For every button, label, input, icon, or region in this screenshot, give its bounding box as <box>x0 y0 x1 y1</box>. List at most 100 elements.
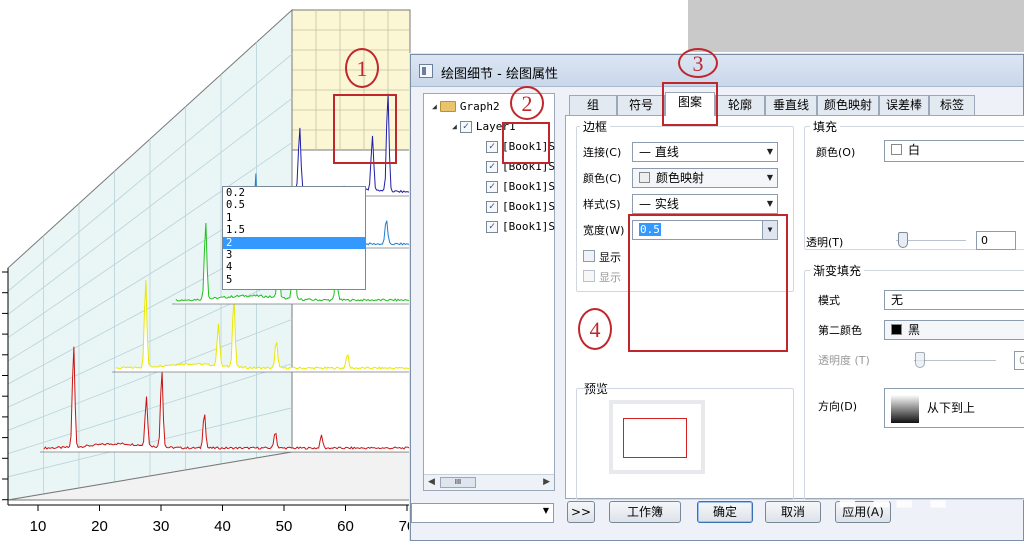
x-tick-label: 30 <box>153 518 170 535</box>
plot-checkbox[interactable]: ✓ <box>486 180 498 193</box>
show-label-1: 显示 <box>599 251 621 264</box>
color-swatch <box>891 324 902 335</box>
chevron-down-icon: ▼ <box>766 173 773 182</box>
width-option[interactable]: 3 <box>223 249 365 261</box>
color-swatch <box>891 144 902 155</box>
style-select[interactable]: — 实线 ▼ <box>632 194 778 214</box>
tree-root[interactable]: ◢ Graph2 <box>432 100 500 113</box>
fill-color-value: 白 <box>908 143 921 157</box>
width-option[interactable]: 1 <box>223 212 365 224</box>
tree-item[interactable]: ✓ [Book1]S <box>486 220 555 233</box>
scroll-left-icon[interactable]: ◀ <box>428 477 435 487</box>
plot-checkbox[interactable]: ✓ <box>486 160 498 173</box>
tab-labels[interactable]: 标签 <box>929 95 975 115</box>
annotation-tree-item-box <box>502 122 550 164</box>
mode-value: 无 <box>891 293 904 307</box>
fill-color-select[interactable]: 白 <box>884 140 1024 162</box>
chevron-down-icon: ▼ <box>542 506 549 515</box>
connect-select[interactable]: — 直线 ▼ <box>632 142 778 162</box>
direction-select[interactable]: 从下到上 <box>884 388 1024 428</box>
border-color-label: 颜色(C) <box>583 172 622 185</box>
opacity-slider[interactable] <box>914 360 996 362</box>
second-color-value: 黑 <box>908 323 921 337</box>
scroll-thumb[interactable]: III <box>440 477 476 488</box>
dialog-title: 绘图细节 - 绘图属性 <box>441 67 558 82</box>
direction-value: 从下到上 <box>927 401 976 415</box>
annotation-peak-box <box>333 94 397 164</box>
tree-root-label: Graph2 <box>459 100 500 113</box>
tab-outline[interactable]: 轮廓 <box>715 95 765 115</box>
annotation-2: 2 <box>510 86 544 120</box>
show-checkbox-1[interactable] <box>583 250 595 262</box>
cancel-button[interactable]: 取消 <box>765 501 821 523</box>
x-tick-label: 20 <box>91 518 108 535</box>
window-icon <box>419 64 433 78</box>
tab-colormap[interactable]: 颜色映射 <box>817 95 879 115</box>
tree-item-label: [Book1]S <box>502 220 555 233</box>
mode-select[interactable]: 无 <box>884 290 1024 310</box>
tree-item[interactable]: ✓ [Book1]S <box>486 180 555 193</box>
workbook-button[interactable]: 工作簿 <box>609 501 681 523</box>
plot-checkbox[interactable]: ✓ <box>486 220 498 233</box>
second-color-label: 第二颜色 <box>818 324 862 337</box>
background-panel <box>688 0 1024 52</box>
annotation-1: 1 <box>345 48 379 88</box>
transparency-label: 透明(T) <box>806 236 844 249</box>
collapse-icon[interactable]: ◢ <box>432 102 437 111</box>
tab-group[interactable]: 组 <box>569 95 617 115</box>
color-swatch <box>639 172 650 183</box>
width-label: 宽度(W) <box>583 224 625 237</box>
gradient-preview <box>891 395 919 423</box>
show-checkbox-2[interactable] <box>583 270 595 282</box>
ok-button[interactable]: 确定 <box>697 501 753 523</box>
width-option[interactable]: 0.2 <box>223 187 365 199</box>
tab-symbol[interactable]: 符号 <box>617 95 665 115</box>
plot-checkbox[interactable]: ✓ <box>486 200 498 213</box>
tree-item-label: [Book1]S <box>502 180 555 193</box>
transparency-input[interactable]: 0 <box>976 231 1016 250</box>
opacity-label: 透明度 (T) <box>818 354 870 367</box>
collapse-icon[interactable]: ◢ <box>452 122 457 131</box>
tab-pattern[interactable]: 图案 <box>665 92 715 116</box>
chevron-down-icon: ▼ <box>766 199 773 208</box>
width-dropdown-list[interactable]: 0.2 0.5 1 1.5 2 3 4 5 <box>222 186 366 290</box>
connect-label: 连接(C) <box>583 146 622 159</box>
width-option[interactable]: 1.5 <box>223 224 365 236</box>
gradient-group-label: 渐变填充 <box>810 262 865 279</box>
show-label-2: 显示 <box>599 271 621 284</box>
second-color-select[interactable]: 黑 <box>884 320 1024 340</box>
width-option[interactable]: 4 <box>223 261 365 273</box>
chevron-down-icon: ▼ <box>766 147 773 156</box>
expand-button[interactable]: >> <box>567 501 595 523</box>
opacity-slider-thumb[interactable] <box>915 352 925 368</box>
transparency-slider-thumb[interactable] <box>898 232 908 248</box>
folder-icon <box>439 101 456 112</box>
scroll-right-icon[interactable]: ▶ <box>543 477 550 487</box>
opacity-input[interactable]: 0 <box>1014 351 1024 370</box>
mode-label: 模式 <box>818 294 840 307</box>
x-tick-label: 10 <box>30 518 47 535</box>
width-option[interactable]: 2 <box>223 236 365 249</box>
plot-checkbox[interactable]: ✓ <box>486 140 498 153</box>
connect-value: — 直线 <box>639 145 679 159</box>
layer-checkbox[interactable]: ✓ <box>459 120 472 133</box>
x-tick-label: 40 <box>214 518 231 535</box>
annotation-4: 4 <box>578 308 612 350</box>
preview-box <box>609 400 705 474</box>
x-tick-label: 50 <box>276 518 293 535</box>
width-option[interactable]: 0.5 <box>223 199 365 211</box>
watermark: ▬ ▬▬ ▬ <box>838 490 952 514</box>
style-label: 样式(S) <box>583 198 621 211</box>
direction-label: 方向(D) <box>818 400 858 413</box>
preview-shape <box>623 418 687 458</box>
border-color-select[interactable]: 颜色映射 ▼ <box>632 168 778 188</box>
tree-item-label: [Book1]S <box>502 200 555 213</box>
plot-select[interactable]: ▼ <box>411 503 554 523</box>
width-option[interactable]: 5 <box>223 274 365 286</box>
annotation-width-box <box>628 214 788 352</box>
tab-error-bars[interactable]: 误差棒 <box>879 95 929 115</box>
annotation-3: 3 <box>678 48 718 78</box>
tree-item[interactable]: ✓ [Book1]S <box>486 200 555 213</box>
tab-drop-lines[interactable]: 垂直线 <box>765 95 817 115</box>
horizontal-scrollbar[interactable]: ◀ III ▶ <box>424 474 554 490</box>
